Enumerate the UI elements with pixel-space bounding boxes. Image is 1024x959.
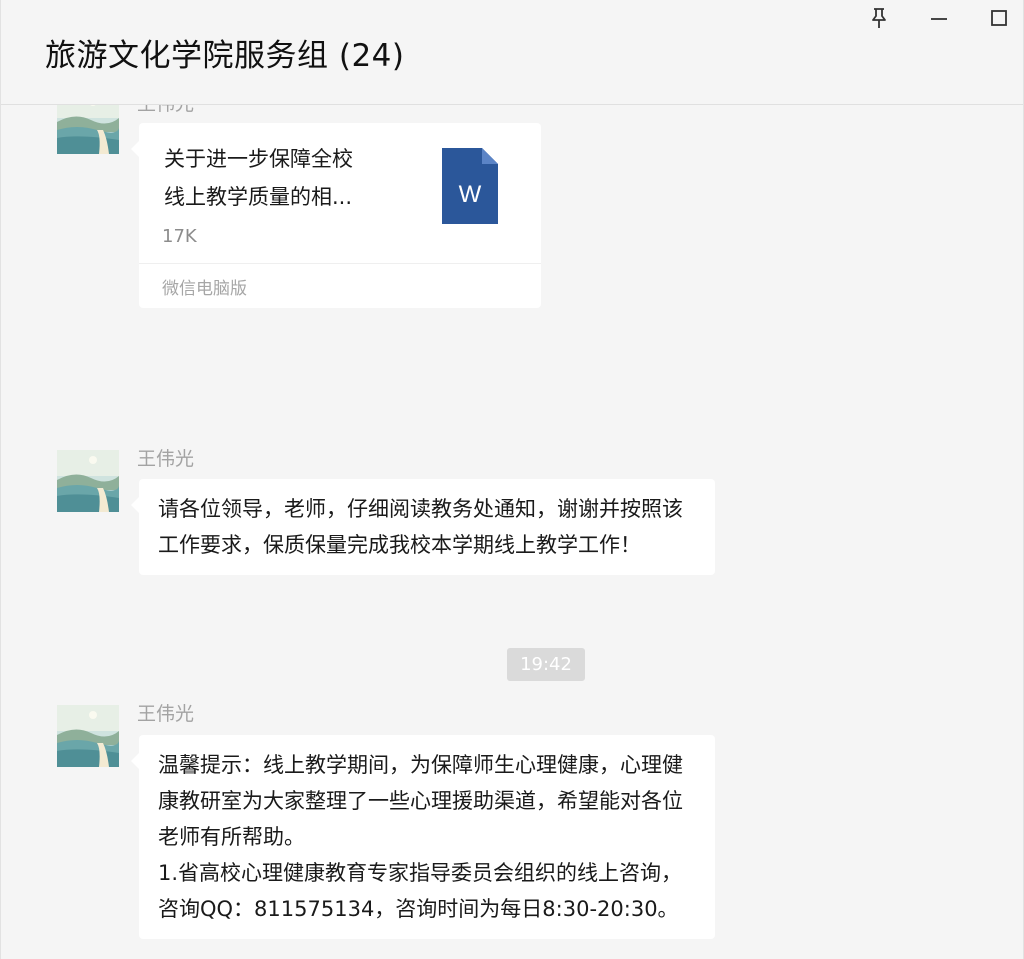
word-doc-letter: W xyxy=(459,181,482,208)
chat-window: 旅游文化学院服务组 (24) 王伟光 xyxy=(0,0,1024,959)
file-name: 关于进一步保障全校 线上教学质量的相... xyxy=(164,147,353,209)
avatar[interactable] xyxy=(57,705,119,767)
sender-name: 王伟光 xyxy=(137,703,195,725)
avatar[interactable] xyxy=(57,450,119,512)
title-bar: 旅游文化学院服务组 (24) xyxy=(1,0,1023,105)
sender-name: 王伟光 xyxy=(137,105,194,116)
message-bubble[interactable]: 温馨提示：线上教学期间，为保障师生心理健康，心理健康教研室为大家整理了一些心理援… xyxy=(131,735,715,939)
pin-button[interactable] xyxy=(865,4,893,32)
minimize-button[interactable] xyxy=(925,4,953,32)
avatar[interactable] xyxy=(57,105,119,154)
avatar-image xyxy=(57,105,119,154)
file-size: 17K xyxy=(162,226,197,247)
message-bubble[interactable]: 请各位领导，老师，仔细阅读教务处通知，谢谢并按照该工作要求，保质保量完成我校本学… xyxy=(131,479,715,575)
avatar-image xyxy=(57,705,119,767)
minimize-icon xyxy=(931,18,947,20)
divider xyxy=(139,263,541,264)
maximize-icon xyxy=(991,10,1007,26)
message-list[interactable]: 王伟光 关于进一步保障全校 线上教学质量的相... W 17K 微信电脑版 xyxy=(1,105,1023,959)
file-message-card[interactable]: 关于进一步保障全校 线上教学质量的相... W 17K 微信电脑版 xyxy=(131,123,541,308)
avatar-image xyxy=(57,450,119,512)
word-doc-icon: W xyxy=(442,148,498,224)
sender-name: 王伟光 xyxy=(137,448,195,470)
maximize-button[interactable] xyxy=(985,4,1013,32)
pin-icon xyxy=(872,8,886,28)
timestamp-badge: 19:42 xyxy=(507,648,585,681)
file-source: 微信电脑版 xyxy=(162,279,247,299)
chat-title: 旅游文化学院服务组 (24) xyxy=(45,38,405,74)
